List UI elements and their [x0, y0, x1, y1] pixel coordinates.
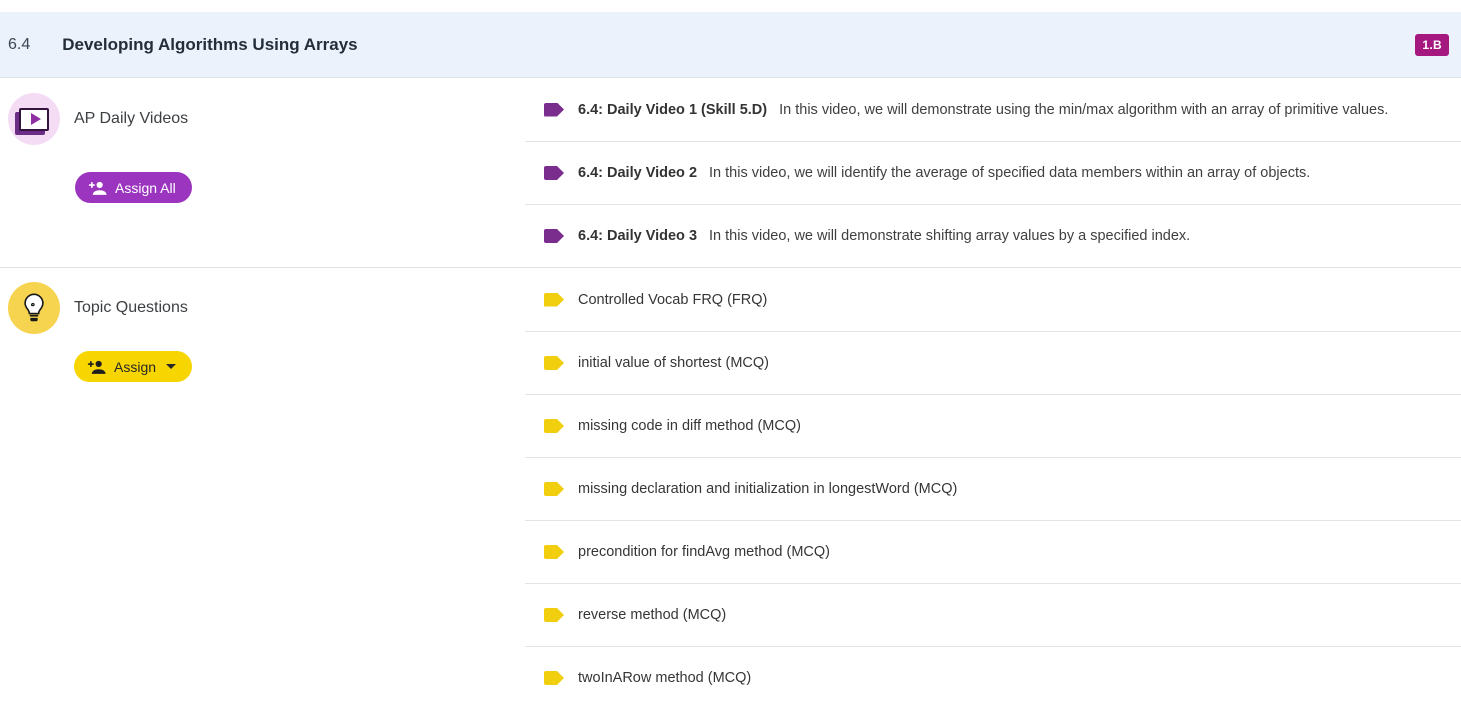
- chevron-down-icon: [166, 364, 176, 369]
- videos-left-column: AP Daily Videos Assign All: [0, 78, 525, 267]
- question-title: Controlled Vocab FRQ (FRQ): [578, 292, 767, 308]
- question-title: reverse method (MCQ): [578, 607, 726, 623]
- question-row[interactable]: missing code in diff method (MCQ): [525, 394, 1461, 457]
- question-title: initial value of shortest (MCQ): [578, 355, 769, 371]
- question-tag-icon: [544, 419, 564, 433]
- video-row[interactable]: 6.4: Daily Video 2 In this video, we wil…: [525, 141, 1461, 204]
- skill-badge: 1.B: [1415, 34, 1449, 56]
- videos-section-label: AP Daily Videos: [74, 110, 188, 128]
- video-description: In this video, we will demonstrate shift…: [709, 228, 1190, 244]
- video-description: In this video, we will demonstrate using…: [779, 102, 1388, 118]
- question-tag-icon: [544, 545, 564, 559]
- video-description: In this video, we will identify the aver…: [709, 165, 1310, 181]
- question-title: missing code in diff method (MCQ): [578, 418, 801, 434]
- question-tag-icon: [544, 608, 564, 622]
- question-tag-icon: [544, 293, 564, 307]
- assign-all-button[interactable]: Assign All: [75, 172, 192, 203]
- video-row[interactable]: 6.4: Daily Video 3 In this video, we wil…: [525, 204, 1461, 267]
- question-row[interactable]: initial value of shortest (MCQ): [525, 331, 1461, 394]
- videos-list: 6.4: Daily Video 1 (Skill 5.D) In this v…: [525, 78, 1461, 267]
- ap-daily-video-icon: [8, 93, 60, 145]
- question-tag-icon: [544, 671, 564, 685]
- question-title: precondition for findAvg method (MCQ): [578, 544, 830, 560]
- question-row[interactable]: Controlled Vocab FRQ (FRQ): [525, 268, 1461, 331]
- video-tag-icon: [544, 166, 564, 180]
- topic-questions-section: Topic Questions Assign Controlled Vocab …: [0, 268, 1461, 705]
- assign-label: Assign: [114, 359, 156, 375]
- person-add-icon: [88, 180, 107, 196]
- topic-header: 6.4 Developing Algorithms Using Arrays 1…: [0, 12, 1461, 78]
- question-tag-icon: [544, 482, 564, 496]
- video-tag-icon: [544, 229, 564, 243]
- person-add-icon: [87, 359, 106, 375]
- questions-section-label: Topic Questions: [74, 299, 188, 317]
- assign-all-label: Assign All: [115, 180, 176, 196]
- question-row[interactable]: reverse method (MCQ): [525, 583, 1461, 646]
- video-title: 6.4: Daily Video 3: [578, 228, 697, 244]
- question-title: missing declaration and initialization i…: [578, 481, 957, 497]
- assign-button[interactable]: Assign: [74, 351, 192, 382]
- question-row[interactable]: missing declaration and initialization i…: [525, 457, 1461, 520]
- video-tag-icon: [544, 103, 564, 117]
- question-row[interactable]: precondition for findAvg method (MCQ): [525, 520, 1461, 583]
- question-tag-icon: [544, 356, 564, 370]
- questions-left-column: Topic Questions Assign: [0, 268, 525, 705]
- ap-daily-videos-section: AP Daily Videos Assign All 6.4: Daily Vi…: [0, 78, 1461, 268]
- video-title: 6.4: Daily Video 1 (Skill 5.D): [578, 102, 767, 118]
- topic-title: Developing Algorithms Using Arrays: [62, 35, 357, 55]
- video-row[interactable]: 6.4: Daily Video 1 (Skill 5.D) In this v…: [525, 78, 1461, 141]
- question-title: twoInARow method (MCQ): [578, 670, 751, 686]
- question-row[interactable]: twoInARow method (MCQ): [525, 646, 1461, 705]
- lightbulb-icon: [8, 282, 60, 334]
- questions-list: Controlled Vocab FRQ (FRQ) initial value…: [525, 268, 1461, 705]
- video-title: 6.4: Daily Video 2: [578, 165, 697, 181]
- topic-number: 6.4: [8, 36, 30, 54]
